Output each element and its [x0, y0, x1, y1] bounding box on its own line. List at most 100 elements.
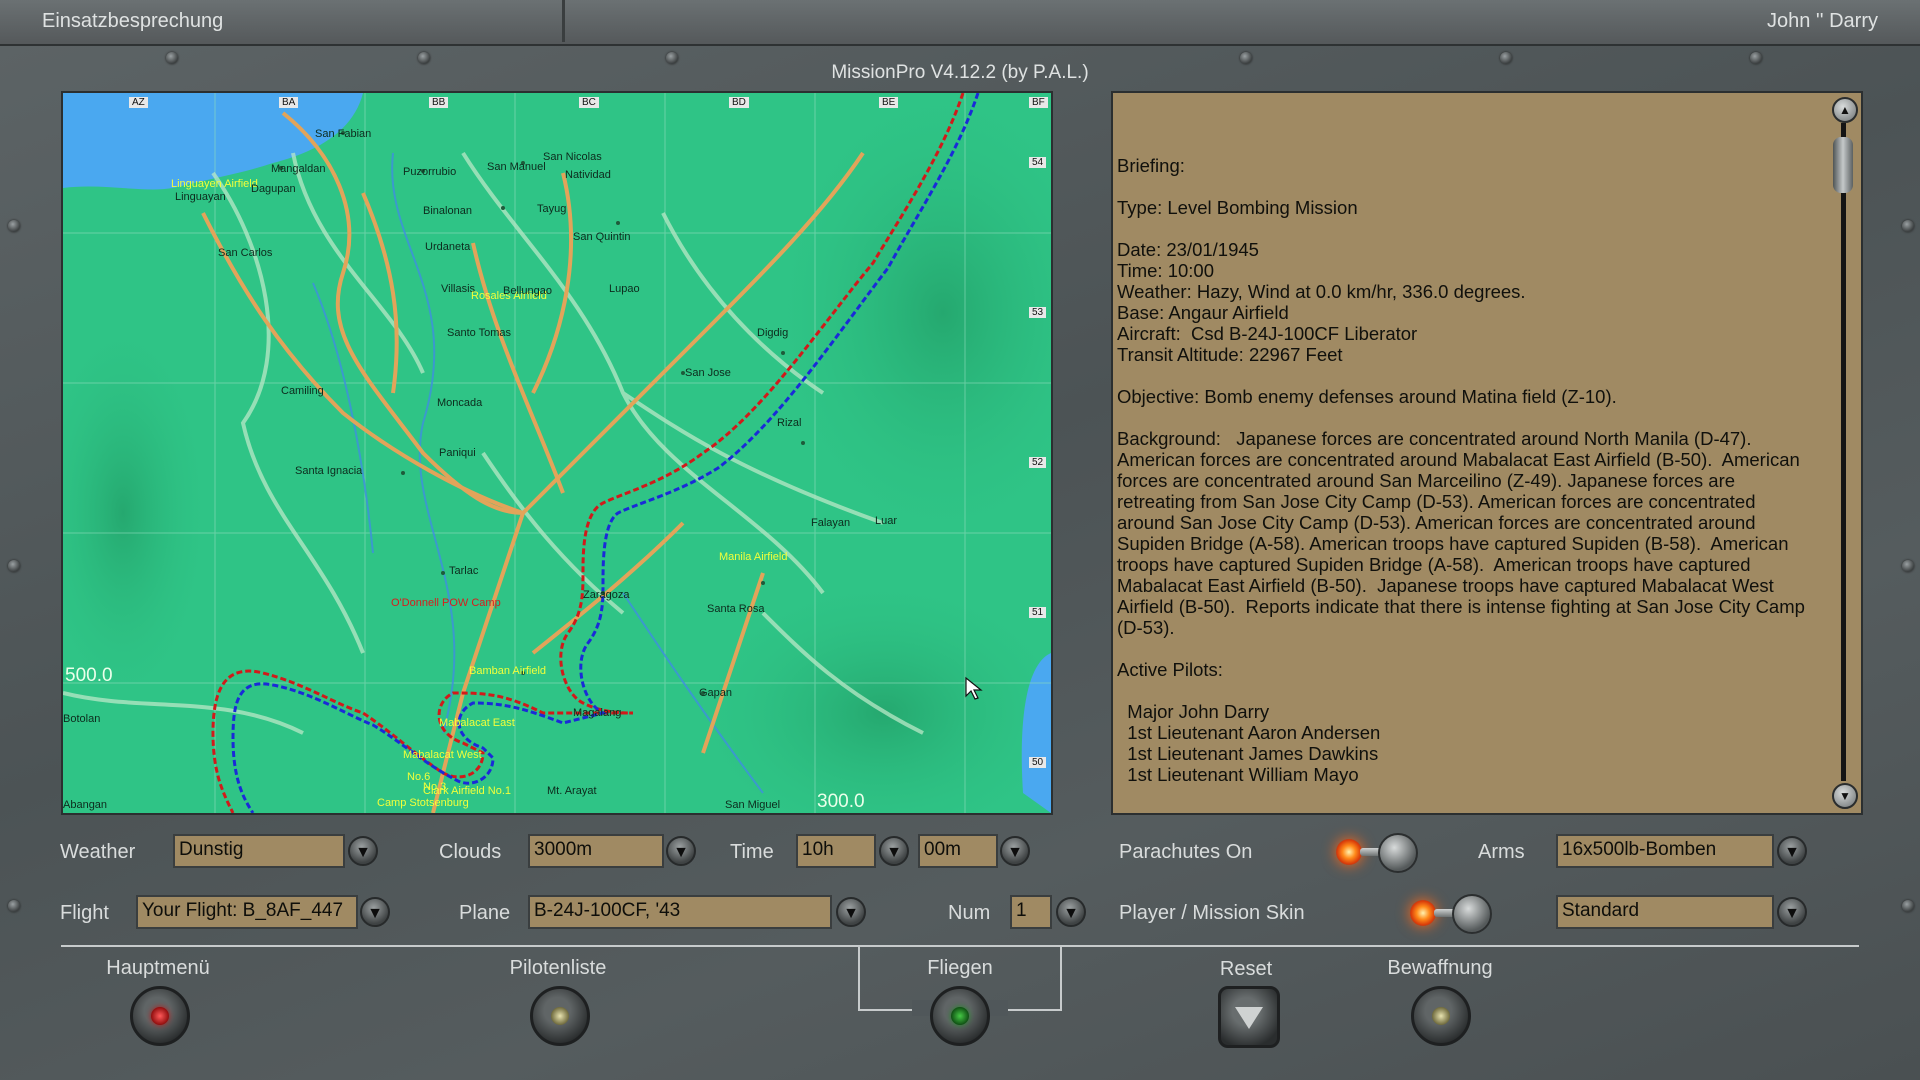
skin-dropdown-icon[interactable]: ▼ — [1777, 897, 1807, 927]
plane-label: Plane — [459, 902, 511, 924]
red-lamp-icon — [151, 1007, 169, 1025]
map-place-label: Moncada — [437, 397, 483, 409]
arms-label: Arms — [1478, 841, 1525, 863]
scroll-track[interactable] — [1841, 123, 1846, 781]
version-label: MissionPro V4.12.2 (by P.A.L.) — [831, 62, 1089, 83]
rivet-icon — [1902, 220, 1914, 232]
scroll-down-icon[interactable]: ▼ — [1832, 783, 1858, 809]
grid-row-label: 54 — [1029, 157, 1047, 168]
num-dropdown-icon[interactable]: ▼ — [1056, 897, 1086, 927]
indicator-light-icon — [1336, 839, 1362, 865]
main-menu-label: Hauptmenü — [106, 957, 210, 979]
time-minutes-dropdown-icon[interactable]: ▼ — [1000, 836, 1030, 866]
skin-field[interactable]: Standard — [1556, 895, 1774, 929]
map-place-label: Dagupan — [251, 183, 296, 195]
map-place-label: Paniqui — [439, 447, 476, 459]
plane-field[interactable]: B-24J-100CF, '43 — [528, 895, 832, 929]
flight-field[interactable]: Your Flight: B_8AF_447 — [136, 895, 358, 929]
green-lamp-icon — [951, 1007, 969, 1025]
briefing-panel[interactable]: Briefing: Type: Level Bombing Mission Da… — [1111, 91, 1863, 815]
briefing-text: Briefing: Type: Level Bombing Mission Da… — [1117, 155, 1805, 785]
map-place-label: Abangan — [63, 799, 108, 811]
weather-label: Weather — [60, 841, 136, 863]
flight-label: Flight — [60, 902, 109, 924]
clouds-dropdown-icon[interactable]: ▼ — [666, 836, 696, 866]
map-place-label: Bellungao — [503, 285, 552, 297]
map-place-label: San Quintin — [573, 231, 631, 243]
map-place-label: Lupao — [609, 283, 640, 295]
weather-dropdown-icon[interactable]: ▼ — [348, 836, 378, 866]
mouse-cursor-icon — [965, 676, 983, 700]
reset-button[interactable] — [1218, 986, 1280, 1048]
map-coordinate-bottom: 300.0 — [817, 791, 865, 812]
map-place-label: Mangaldan — [271, 163, 326, 175]
fly-label: Fliegen — [927, 957, 993, 979]
arms-field[interactable]: 16x500lb-Bomben — [1556, 834, 1774, 868]
map-airfield-label: Clark Airfield No.1 — [423, 785, 512, 797]
map-place-label: Botolan — [63, 713, 101, 725]
grid-column-label: BE — [879, 97, 899, 108]
arms-dropdown-icon[interactable]: ▼ — [1777, 836, 1807, 866]
map-place-label: Santo Tomas — [447, 327, 512, 339]
parachutes-toggle[interactable] — [1336, 831, 1422, 873]
map-airfield-label: Bamban Airfield — [469, 665, 547, 677]
mission-map[interactable]: AZ BA BB BC BD BE BF 54 53 52 51 50 San … — [61, 91, 1053, 815]
briefing-scrollbar[interactable]: ▲ ▼ — [1831, 97, 1858, 809]
map-place-label: Santa Ignacia — [295, 465, 363, 477]
map-airfield-label: Manila Airfield — [719, 551, 788, 563]
map-place-label: San Jose — [685, 367, 731, 379]
time-hours-field[interactable]: 10h — [796, 834, 876, 868]
map-place-label: Natividad — [565, 169, 611, 181]
map-camp-label: Camp Stotsenburg — [377, 797, 469, 809]
reset-label: Reset — [1219, 958, 1273, 980]
map-place-label: Puzorrubio — [403, 166, 457, 178]
user-name: John '' Darry — [1766, 10, 1878, 32]
screen-title: Einsatzbesprechung — [42, 10, 224, 32]
map-place-label: Digdig — [757, 327, 789, 339]
rivet-icon — [8, 900, 20, 912]
main-menu-button[interactable] — [130, 986, 190, 1046]
top-bar: Einsatzbesprechung John '' Darry — [0, 0, 1920, 46]
grid-column-label: BC — [579, 97, 599, 108]
skin-toggle[interactable] — [1410, 892, 1496, 934]
clouds-label: Clouds — [439, 841, 502, 863]
pilot-list-label: Pilotenliste — [509, 957, 607, 979]
amber-lamp-icon — [1432, 1007, 1450, 1025]
time-hours-dropdown-icon[interactable]: ▼ — [879, 836, 909, 866]
armament-button[interactable] — [1411, 986, 1471, 1046]
grid-column-label: BA — [279, 97, 299, 108]
pilot-list-button[interactable] — [530, 986, 590, 1046]
clouds-field[interactable]: 3000m — [528, 834, 664, 868]
grid-row-label: 52 — [1029, 457, 1047, 468]
weather-field[interactable]: Dunstig — [173, 834, 345, 868]
grid-column-label: BD — [729, 97, 749, 108]
map-place-label: Tayug — [537, 203, 567, 215]
map-place-label: San Fabian — [315, 128, 372, 140]
flight-dropdown-icon[interactable]: ▼ — [360, 897, 390, 927]
scroll-up-icon[interactable]: ▲ — [1832, 97, 1858, 123]
num-field[interactable]: 1 — [1010, 895, 1052, 929]
map-airfield-label: Linguayen Airfield — [171, 178, 258, 190]
map-place-label: Falayan — [811, 517, 851, 529]
rivet-icon — [1902, 560, 1914, 572]
rivet-icon — [1902, 900, 1914, 912]
map-place-label: Mt. Arayat — [547, 785, 597, 797]
map-place-label: San Nicolas — [543, 151, 602, 163]
down-triangle-icon — [1235, 1007, 1263, 1029]
scroll-thumb[interactable] — [1833, 137, 1853, 193]
toggle-knob-icon — [1452, 894, 1492, 934]
map-place-label: San Manuel — [487, 161, 546, 173]
time-minutes-field[interactable]: 00m — [918, 834, 998, 868]
map-place-label: San Carlos — [218, 247, 273, 259]
fly-button[interactable] — [930, 986, 990, 1046]
map-camp-label: O'Donnell POW Camp — [391, 597, 501, 609]
plane-dropdown-icon[interactable]: ▼ — [836, 897, 866, 927]
amber-lamp-icon — [551, 1007, 569, 1025]
indicator-light-icon — [1410, 900, 1436, 926]
map-place-label: Rizal — [777, 417, 802, 429]
map-place-label: San Miguel — [725, 799, 781, 811]
grid-row-label: 53 — [1029, 307, 1047, 318]
map-place-label: Magalang — [573, 707, 622, 719]
map-place-label: Urdaneta — [425, 241, 471, 253]
armament-label: Bewaffnung — [1387, 957, 1493, 979]
